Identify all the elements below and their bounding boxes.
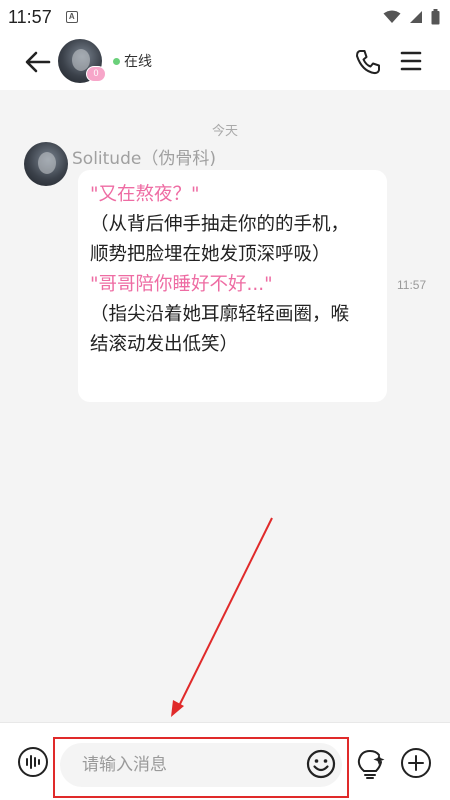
- message-line: "又在熬夜？": [90, 184, 200, 205]
- status-right: [383, 9, 440, 25]
- voice-icon: [18, 747, 48, 777]
- message-line: "哥哥陪你睡好不好...": [90, 274, 273, 295]
- battery-icon: [431, 9, 440, 25]
- online-status: 在线: [124, 54, 152, 70]
- sender-name: Solitude（伪骨科): [72, 149, 216, 169]
- voice-button[interactable]: [17, 746, 49, 778]
- message-line: 结滚动发出低笑）: [90, 334, 239, 355]
- avatar-face: [38, 152, 56, 174]
- avatar-badge: 0: [86, 66, 106, 82]
- inspiration-button[interactable]: [354, 747, 386, 781]
- chat-area[interactable]: 今天 Solitude（伪骨科) "又在熬夜？" （从背后伸手抽走你的的手机， …: [0, 90, 450, 722]
- online-dot-icon: [113, 58, 120, 65]
- input-bar: [0, 722, 450, 800]
- call-button[interactable]: [354, 48, 382, 76]
- status-time: 11:57: [8, 6, 52, 27]
- emoji-button[interactable]: [305, 748, 337, 780]
- plus-button[interactable]: [400, 747, 432, 779]
- message-input[interactable]: [60, 743, 342, 787]
- status-left: 11:57 A: [8, 7, 78, 28]
- message-avatar[interactable]: [24, 142, 68, 186]
- date-separator: 今天: [211, 124, 238, 139]
- status-bar: 11:57 A: [0, 0, 450, 34]
- back-button[interactable]: [22, 48, 54, 76]
- menu-icon: [400, 51, 422, 71]
- emoji-icon: [306, 749, 336, 779]
- wifi-icon: [383, 10, 401, 23]
- signal-icon: [410, 11, 422, 23]
- bulb-icon: [357, 749, 385, 779]
- message-line: 顺势把脸埋在她发顶深呼吸）: [90, 244, 331, 265]
- menu-button[interactable]: [400, 50, 422, 72]
- back-arrow-icon: [25, 51, 51, 73]
- plus-icon: [401, 748, 431, 778]
- message-time: 11:57: [397, 278, 427, 292]
- message-bubble[interactable]: "又在熬夜？" （从背后伸手抽走你的的手机， 顺势把脸埋在她发顶深呼吸） "哥哥…: [78, 170, 387, 402]
- phone-icon: [356, 50, 380, 75]
- accessibility-a-icon: A: [65, 11, 78, 23]
- chat-header: 0 在线: [0, 34, 450, 90]
- message-line: （从背后伸手抽走你的的手机，: [90, 214, 350, 235]
- message-line: （指尖沿着她耳廓轻轻画圈，喉: [90, 304, 350, 325]
